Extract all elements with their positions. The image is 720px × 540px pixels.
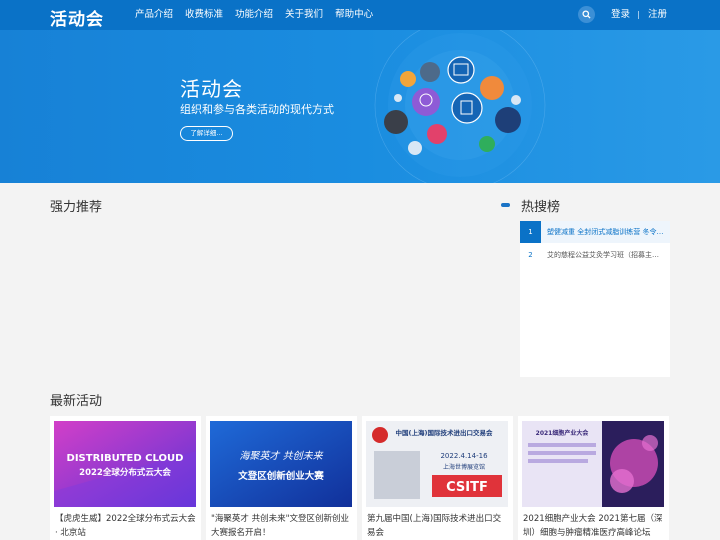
hero-subtitle: 组织和参与各类活动的现代方式 xyxy=(180,103,334,116)
rank-number: 2 xyxy=(528,251,533,259)
top-header: 活动会 产品介绍 收费标准 功能介绍 关于我们 帮助中心 登录 注册 xyxy=(0,0,720,30)
site-logo[interactable]: 活动会 xyxy=(50,5,104,30)
login-link[interactable]: 登录 xyxy=(611,0,630,30)
hot-item-text: 艾的慈程公益艾灸学习班（招募主办方） xyxy=(547,251,665,259)
hot-item-text: 塑健减重 全封闭式减脂训练营 冬令营... xyxy=(547,228,665,236)
nav-about[interactable]: 关于我们 xyxy=(285,0,323,30)
auth-divider xyxy=(638,11,639,19)
hot-search-list: 1 塑健减重 全封闭式减脂训练营 冬令营... 2 艾的慈程公益艾灸学习班（招募… xyxy=(520,221,670,377)
hot-search-item[interactable]: 2 艾的慈程公益艾灸学习班（招募主办方） xyxy=(520,244,670,266)
svg-text:2022.4.14-16: 2022.4.14-16 xyxy=(440,452,488,460)
activity-card[interactable]: DISTRIBUTED CLOUD 2022全球分布式云大会 【虎虎生威】202… xyxy=(50,416,201,540)
svg-text:上海世博展览馆: 上海世博展览馆 xyxy=(443,463,485,471)
hot-search-item[interactable]: 1 塑健减重 全封闭式减脂训练营 冬令营... xyxy=(520,221,670,243)
learn-more-button[interactable]: 了解详细... xyxy=(180,126,233,141)
hero-title: 活动会 xyxy=(180,77,243,101)
svg-text:中国(上海)国际技术进出口交易会: 中国(上海)国际技术进出口交易会 xyxy=(396,428,493,437)
recommend-title: 强力推荐 xyxy=(50,200,103,215)
svg-text:DISTRIBUTED CLOUD: DISTRIBUTED CLOUD xyxy=(67,453,184,464)
svg-text:海聚英才 共创未来: 海聚英才 共创未来 xyxy=(239,450,323,462)
nav-product[interactable]: 产品介绍 xyxy=(135,0,173,30)
register-link[interactable]: 注册 xyxy=(648,0,667,30)
activity-card[interactable]: 2021细胞产业大会 2021细胞产业大会 2021第七届（深圳）细胞与肿瘤精准… xyxy=(518,416,669,540)
activity-card[interactable]: 海聚英才 共创未来 文登区创新创业大赛 "海聚英才 共创未来"文登区创新创业大赛… xyxy=(206,416,357,540)
recommend-area xyxy=(50,221,510,377)
activity-card[interactable]: 中国(上海)国际技术进出口交易会 2022.4.14-16 上海世博展览馆 CS… xyxy=(362,416,513,540)
nav-features[interactable]: 功能介绍 xyxy=(235,0,273,30)
hero-illustration xyxy=(374,30,546,183)
activity-cover-image[interactable]: 中国(上海)国际技术进出口交易会 2022.4.14-16 上海世博展览馆 CS… xyxy=(366,421,508,507)
svg-text:CSITF: CSITF xyxy=(446,480,488,495)
main-nav: 产品介绍 收费标准 功能介绍 关于我们 帮助中心 xyxy=(135,0,385,30)
search-icon xyxy=(582,10,591,19)
carousel-indicator[interactable] xyxy=(501,203,510,207)
nav-help[interactable]: 帮助中心 xyxy=(335,0,373,30)
search-button[interactable] xyxy=(578,6,595,23)
activity-cover-image[interactable]: 海聚英才 共创未来 文登区创新创业大赛 xyxy=(210,421,352,507)
activity-cover-image[interactable]: DISTRIBUTED CLOUD 2022全球分布式云大会 xyxy=(54,421,196,507)
hot-search-title: 热搜榜 xyxy=(521,200,561,215)
svg-text:2021细胞产业大会: 2021细胞产业大会 xyxy=(536,429,590,437)
svg-text:文登区创新创业大赛: 文登区创新创业大赛 xyxy=(237,470,324,482)
activity-title[interactable]: 2021细胞产业大会 2021第七届（深圳）细胞与肿瘤精准医疗高峰论坛 xyxy=(523,512,665,540)
activity-title[interactable]: 第九届中国(上海)国际技术进出口交易会 xyxy=(367,512,509,540)
svg-text:2022全球分布式云大会: 2022全球分布式云大会 xyxy=(79,467,171,478)
activity-title[interactable]: "海聚英才 共创未来"文登区创新创业大赛报名开启！ xyxy=(211,512,353,540)
hero-banner: 活动会 组织和参与各类活动的现代方式 了解详细... xyxy=(0,30,720,183)
rank-number: 1 xyxy=(520,221,541,243)
activity-cover-image[interactable]: 2021细胞产业大会 xyxy=(522,421,664,507)
nav-pricing[interactable]: 收费标准 xyxy=(185,0,223,30)
latest-title: 最新活动 xyxy=(50,394,103,409)
activity-title[interactable]: 【虎虎生威】2022全球分布式云大会 · 北京站 xyxy=(55,512,197,540)
